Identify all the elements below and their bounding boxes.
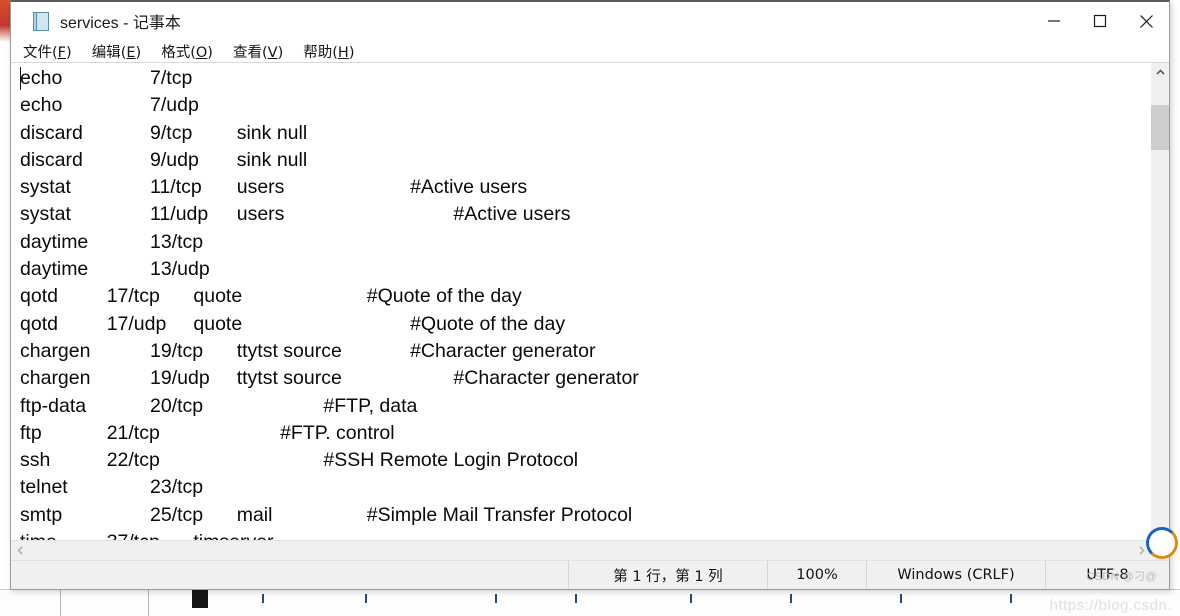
background-watermark: https://blog.csdn. [1049,597,1172,614]
vertical-scroll-thumb[interactable] [1151,105,1169,150]
notepad-window: services - 记事本 文件(F) 编辑(E) 格式(O) 查看(V) 帮… [10,0,1178,590]
background-left-strip [0,42,10,590]
close-icon[interactable] [1123,2,1169,40]
status-line-ending[interactable]: Windows (CRLF) [866,561,1045,589]
window-title: services - 记事本 [60,15,181,32]
menu-item-file-accel: F [57,44,67,61]
vertical-scroll-track[interactable] [1151,81,1169,522]
editor-area: echo 7/tcp echo 7/udp discard 9/tcp sink… [11,62,1169,540]
status-zoom-level[interactable]: 100% [767,561,866,589]
menu-item-view-label: 查看 [232,44,262,61]
menu-item-help[interactable]: 帮助(H) [303,41,354,62]
status-cursor-position[interactable]: 第 1 行，第 1 列 [568,561,767,589]
text-pane[interactable]: echo 7/tcp echo 7/udp discard 9/tcp sink… [11,63,1150,540]
document-text[interactable]: echo 7/tcp echo 7/udp discard 9/tcp sink… [20,65,1150,540]
background-divider [60,590,61,616]
maximize-icon[interactable] [1077,2,1123,40]
title-bar[interactable]: services - 记事本 [11,2,1169,40]
menu-bar: 文件(F) 编辑(E) 格式(O) 查看(V) 帮助(H) [11,40,1169,62]
menu-item-file[interactable]: 文件(F) [23,41,72,62]
status-watermark: CSDN @刁@ [1086,571,1157,583]
horizontal-scroll-track[interactable] [30,541,1132,560]
background-circle-decoration [1146,527,1178,559]
menu-item-format-label: 格式 [161,44,191,61]
status-bar-spacer [11,561,568,589]
horizontal-scrollbar[interactable] [11,540,1169,560]
menu-item-edit[interactable]: 编辑(E) [92,41,142,62]
notepad-icon [33,11,50,31]
vertical-scrollbar[interactable] [1150,63,1169,540]
scroll-left-icon[interactable] [11,541,30,560]
minimize-icon[interactable] [1031,2,1077,40]
menu-item-help-accel: H [337,44,349,61]
menu-item-edit-accel: E [126,44,136,61]
menu-item-view[interactable]: 查看(V) [233,41,283,62]
background-app-accent [0,0,10,42]
background-ruler [0,590,1180,616]
menu-item-help-label: 帮助 [303,44,333,61]
menu-item-view-accel: V [267,44,278,61]
status-bar: 第 1 行，第 1 列 100% Windows (CRLF) UTF-8 CS… [11,560,1169,589]
background-cursor-block [192,590,208,608]
menu-item-format-accel: O [195,44,208,61]
scroll-up-icon[interactable] [1151,63,1169,81]
menu-item-file-label: 文件 [23,44,52,61]
window-controls [1031,2,1169,40]
menu-item-edit-label: 编辑 [91,44,121,61]
menu-item-format[interactable]: 格式(O) [161,41,213,62]
background-divider [148,590,149,616]
